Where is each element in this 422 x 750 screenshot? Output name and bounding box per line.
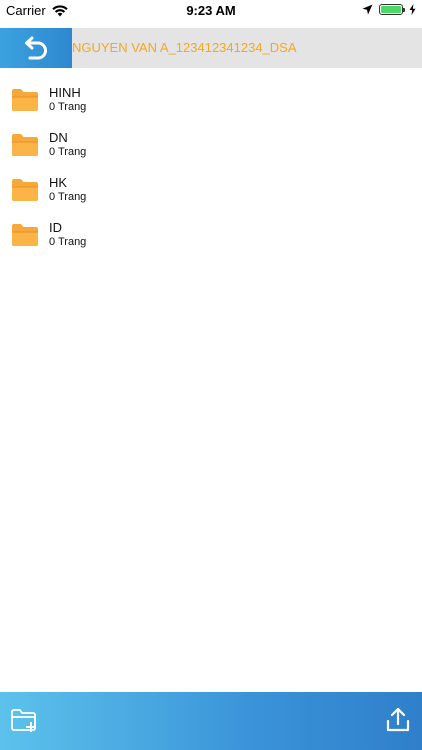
folder-page-count: 0 Trang bbox=[49, 146, 87, 158]
folder-item-hk[interactable]: HK 0 Trang bbox=[0, 168, 422, 213]
battery-icon bbox=[379, 4, 405, 15]
folder-icon bbox=[12, 224, 38, 246]
status-time: 9:23 AM bbox=[186, 3, 236, 18]
new-folder-icon bbox=[11, 709, 36, 732]
status-bar: Carrier 9:23 AM bbox=[0, 0, 422, 22]
battery-cap bbox=[403, 8, 405, 12]
folder-icon bbox=[12, 134, 38, 156]
folder-item-id[interactable]: ID 0 Trang bbox=[0, 213, 422, 258]
folder-page-count: 0 Trang bbox=[49, 101, 87, 113]
undo-arrow-icon bbox=[25, 36, 47, 60]
battery-level bbox=[381, 6, 401, 13]
folder-icon bbox=[12, 89, 38, 111]
folder-name: HINH bbox=[49, 85, 81, 100]
folder-name: HK bbox=[49, 175, 68, 190]
folder-name: DN bbox=[49, 130, 68, 145]
folder-name: ID bbox=[49, 220, 62, 235]
bottom-toolbar bbox=[0, 692, 422, 750]
location-arrow-icon bbox=[362, 4, 373, 15]
back-button[interactable] bbox=[0, 28, 72, 68]
status-right bbox=[362, 4, 416, 15]
folder-item-hinh[interactable]: HINH 0 Trang bbox=[0, 78, 422, 123]
folder-page-count: 0 Trang bbox=[49, 191, 87, 203]
folder-item-dn[interactable]: DN 0 Trang bbox=[0, 123, 422, 168]
new-folder-button[interactable] bbox=[10, 708, 40, 734]
charging-bolt-icon bbox=[409, 4, 416, 15]
folder-page-count: 0 Trang bbox=[49, 236, 87, 248]
header-bar: NGUYEN VAN A_123412341234_DSA bbox=[0, 28, 422, 68]
folder-icon bbox=[12, 179, 38, 201]
folder-list: HINH 0 Trang DN 0 Trang HK 0 Trang ID 0 … bbox=[0, 78, 422, 258]
upload-button[interactable] bbox=[386, 707, 410, 733]
page-title: NGUYEN VAN A_123412341234_DSA bbox=[72, 40, 297, 55]
upload-icon bbox=[386, 707, 410, 732]
